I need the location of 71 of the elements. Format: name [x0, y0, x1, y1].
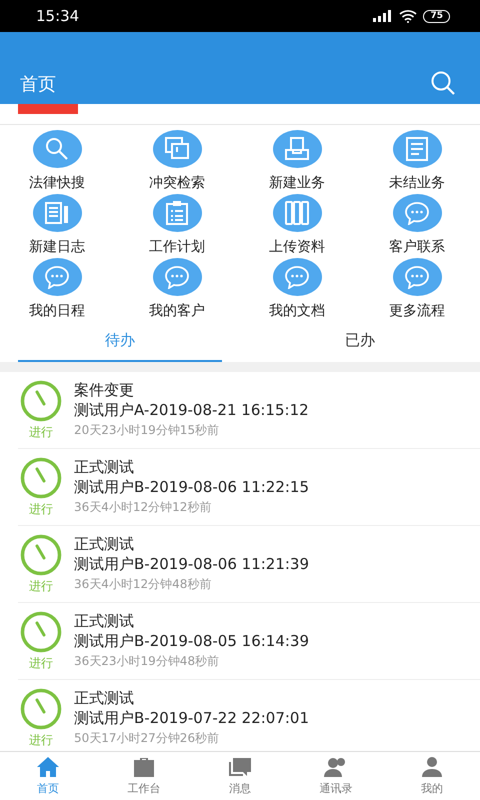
overlap-squares-icon — [164, 136, 190, 162]
task-item[interactable]: 进行 正式测试 测试用户B-2019-07-22 22:07:01 50天17小时27分钟26秒前 — [18, 680, 480, 751]
task-subtitle: 测试用户A-2019-08-21 16:15:12 — [74, 400, 309, 420]
elapsed-time: 20天23小时19分钟15秒前 — [74, 422, 220, 439]
shortcut-item[interactable]: 冲突检索 — [117, 130, 237, 192]
search-icon — [44, 136, 70, 162]
elapsed-time: 36天23小时19分钟48秒前 — [74, 653, 220, 670]
task-title: 案件变更 — [74, 380, 135, 400]
shortcut-item[interactable]: 我的客户 — [117, 258, 237, 320]
shortcut-item[interactable]: 工作计划 — [117, 194, 237, 256]
wifi-icon — [399, 10, 418, 22]
task-item[interactable]: 进行 正式测试 测试用户B-2019-08-06 11:21:39 36天4小时12分钟48秒前 — [18, 526, 480, 603]
briefcase-icon — [132, 756, 156, 778]
chat-icon — [404, 265, 430, 289]
status-label: 进行 — [29, 732, 53, 748]
task-item[interactable]: 进行 案件变更 测试用户A-2019-08-21 16:15:12 20天23小时19分钟15秒前 — [18, 372, 480, 449]
shortcut-item[interactable]: 我的文档 — [237, 258, 357, 320]
status-label: 进行 — [29, 500, 53, 518]
clock-icon — [20, 456, 62, 498]
signal-icon — [373, 10, 394, 22]
shortcut-item[interactable]: 客户联系 — [357, 194, 477, 256]
elapsed-time: 36天4小时12分钟12秒前 — [74, 499, 212, 516]
shortcut-item[interactable]: 法律快搜 — [0, 130, 117, 192]
status-label: 进行 — [29, 654, 53, 672]
home-icon — [36, 756, 60, 778]
nav-tab[interactable]: 消息 — [192, 752, 288, 800]
elapsed-time: 36天4小时12分钟48秒前 — [74, 576, 212, 593]
task-subtitle: 测试用户B-2019-08-05 16:14:39 — [74, 631, 310, 651]
shortcut-item[interactable]: 我的日程 — [0, 258, 117, 320]
clock-icon — [20, 380, 62, 422]
status-label: 进行 — [29, 578, 53, 594]
chat-icon — [404, 201, 430, 225]
battery-level: 75 — [423, 10, 450, 22]
clock-icon — [20, 610, 62, 652]
nav-tab[interactable]: 工作台 — [96, 752, 192, 800]
task-subtitle: 测试用户B-2019-08-06 11:22:15 — [74, 477, 310, 497]
document-icon — [404, 136, 430, 162]
binders-icon — [284, 200, 310, 226]
clock-icon — [20, 534, 62, 576]
notes-pen-icon — [44, 200, 70, 226]
shortcut-item[interactable]: 未结业务 — [357, 130, 477, 192]
news-tag — [18, 104, 78, 114]
status-label: 进行 — [29, 424, 53, 440]
contacts-icon — [324, 756, 348, 778]
task-subtitle: 测试用户B-2019-07-22 22:07:01 — [74, 708, 310, 728]
chat-icon — [44, 265, 70, 289]
elapsed-time: 50天17小时27分钟26秒前 — [74, 730, 220, 747]
task-title: 正式测试 — [74, 688, 135, 708]
shortcut-item[interactable]: 新建业务 — [237, 130, 357, 192]
task-title: 正式测试 — [74, 457, 135, 477]
task-item[interactable]: 进行 正式测试 测试用户B-2019-08-06 11:22:15 36天4小时12分钟12秒前 — [18, 449, 480, 526]
tray-icon — [284, 136, 310, 162]
shortcut-item[interactable]: 上传资料 — [237, 194, 357, 256]
clipboard-icon — [164, 200, 190, 226]
task-item[interactable]: 进行 正式测试 测试用户B-2019-08-05 16:14:39 36天23小时19分钟48秒前 — [18, 603, 480, 680]
shortcut-item[interactable]: 更多流程 — [357, 258, 477, 320]
task-title: 正式测试 — [74, 611, 135, 631]
status-time: 15:34 — [36, 7, 80, 25]
clock-icon — [20, 688, 62, 730]
shortcut-item[interactable]: 新建日志 — [0, 194, 117, 256]
task-subtitle: 测试用户B-2019-08-06 11:21:39 — [74, 554, 310, 574]
chat-icon — [284, 265, 310, 289]
page-title: 首页 — [20, 73, 56, 96]
chat-icon — [164, 265, 190, 289]
nav-tab[interactable]: 我的 — [384, 752, 480, 800]
tab[interactable]: 已办 — [258, 320, 462, 362]
task-title: 正式测试 — [74, 534, 135, 554]
nav-tab[interactable]: 通讯录 — [288, 752, 384, 800]
search-icon[interactable] — [430, 70, 456, 96]
person-icon — [420, 756, 444, 778]
message-icon — [228, 756, 252, 778]
